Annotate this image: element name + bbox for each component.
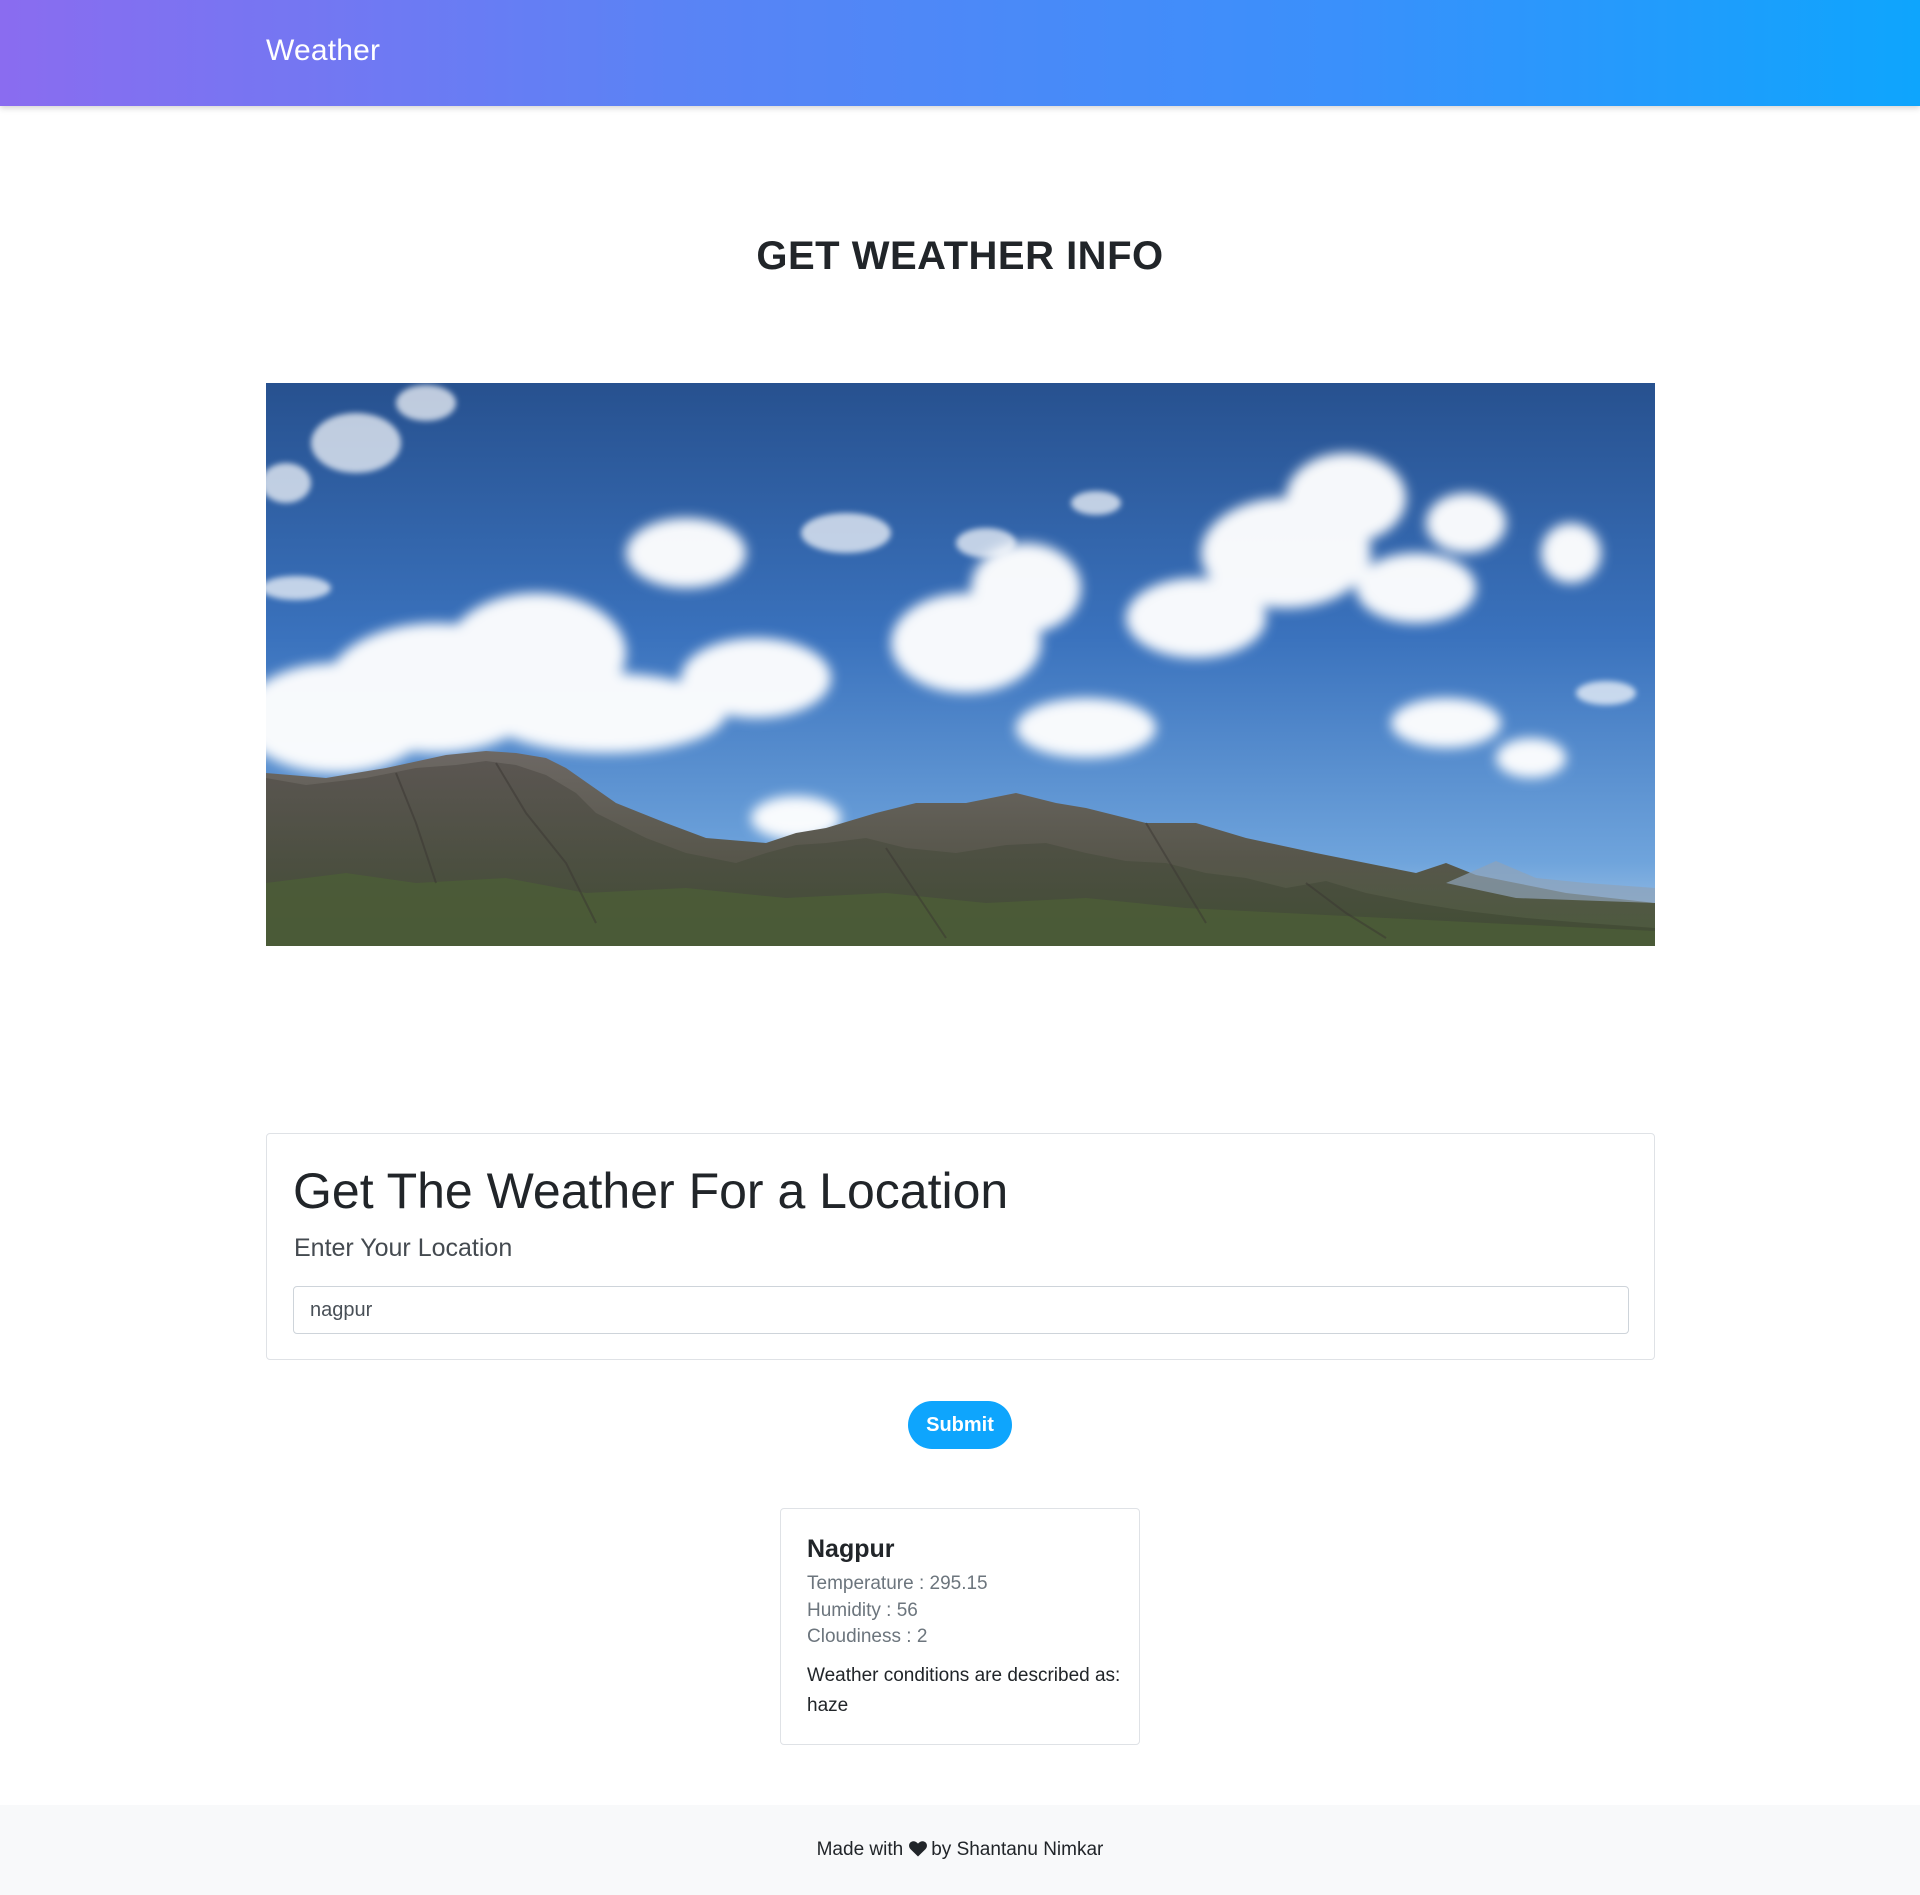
- brand-link[interactable]: Weather: [266, 34, 380, 68]
- location-form-card: Get The Weather For a Location Enter You…: [266, 1133, 1655, 1360]
- heart-icon: [909, 1841, 928, 1863]
- weather-result-card: Nagpur Temperature : 295.15 Humidity : 5…: [780, 1508, 1140, 1745]
- footer: Made with by Shantanu Nimkar: [0, 1805, 1920, 1895]
- footer-text-after: by Shantanu Nimkar: [931, 1839, 1104, 1860]
- footer-text: Made with by Shantanu Nimkar: [0, 1839, 1920, 1863]
- form-subtitle: Enter Your Location: [294, 1234, 513, 1262]
- result-description: Weather conditions are described as: haz…: [807, 1665, 1121, 1716]
- submit-button[interactable]: Submit: [908, 1401, 1012, 1449]
- result-city: Nagpur: [807, 1535, 895, 1563]
- footer-text-before: Made with: [816, 1839, 904, 1860]
- result-humidity: Humidity : 56: [807, 1600, 918, 1621]
- page-title: GET WEATHER INFO: [756, 234, 1164, 278]
- location-input[interactable]: [293, 1286, 1629, 1334]
- result-cloudiness: Cloudiness : 2: [807, 1626, 928, 1647]
- hero-image: [266, 383, 1655, 946]
- form-title: Get The Weather For a Location: [293, 1163, 1009, 1219]
- result-temperature: Temperature : 295.15: [807, 1573, 988, 1594]
- navbar: Weather: [0, 0, 1920, 106]
- mountain-sky-image: [266, 383, 1655, 946]
